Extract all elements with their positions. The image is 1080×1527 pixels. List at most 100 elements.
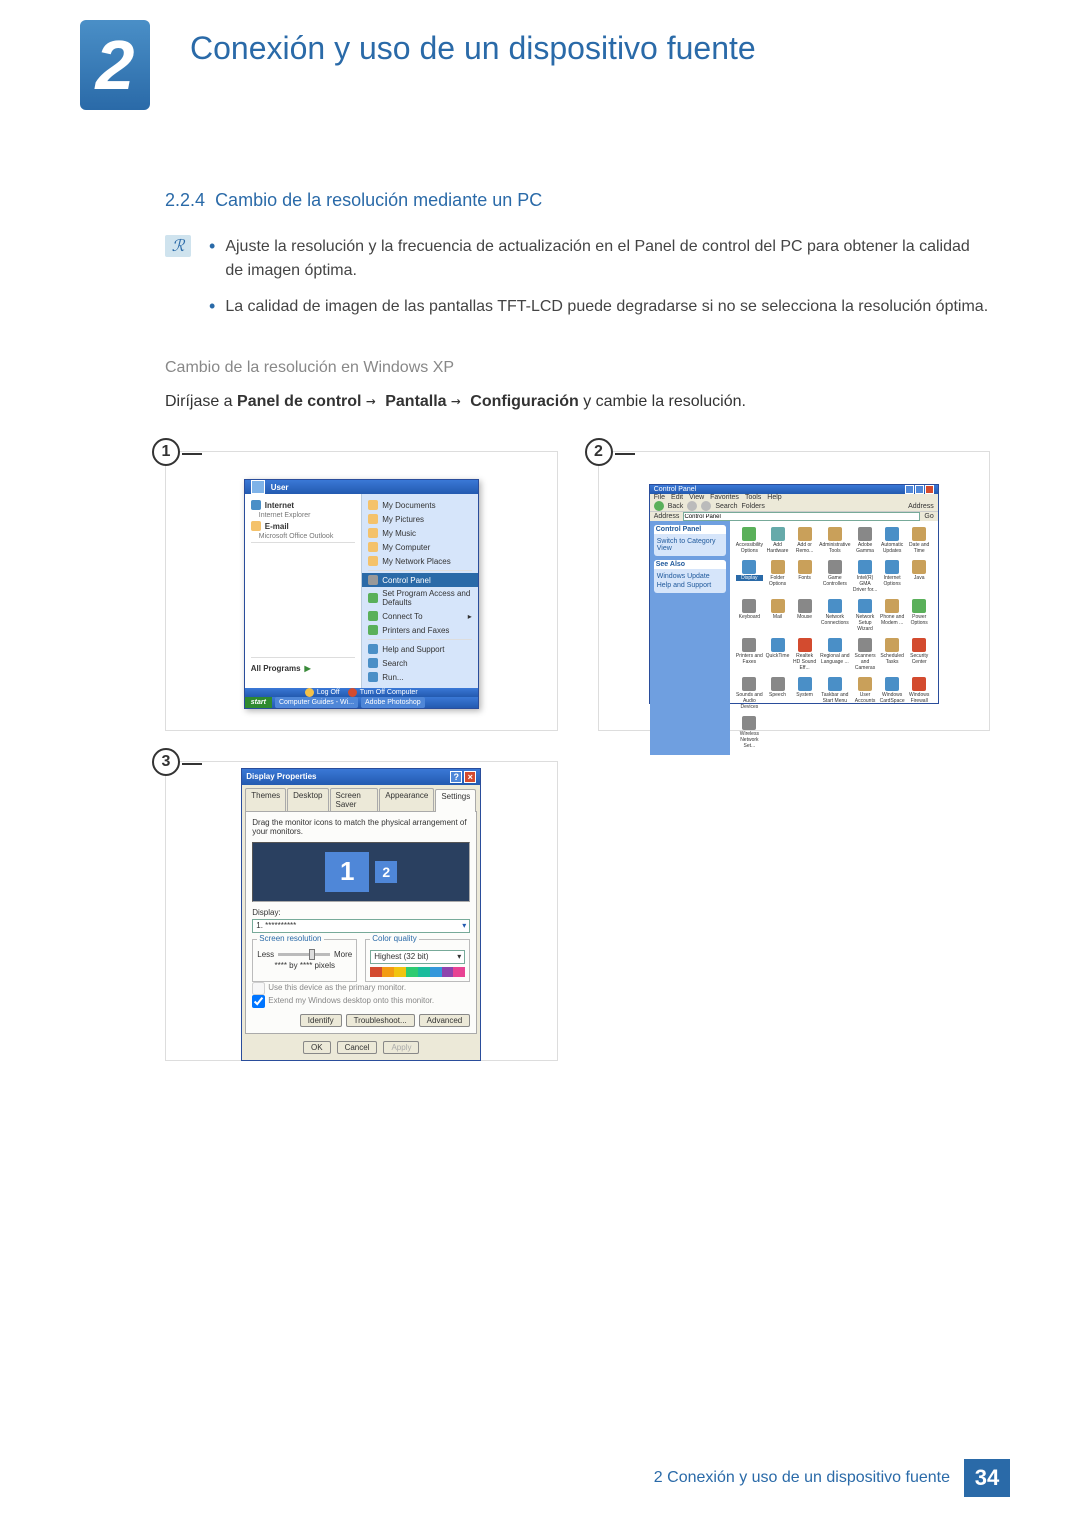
search-label[interactable]: Search (715, 503, 737, 510)
taskbar-item[interactable]: Adobe Photoshop (361, 697, 425, 708)
control-panel-item[interactable]: Game Controllers (819, 560, 850, 593)
control-panel-item[interactable]: Scanners and Cameras (853, 638, 878, 671)
switch-view-link[interactable]: Switch to Category View (657, 537, 723, 553)
address-input[interactable] (683, 512, 920, 521)
control-panel-item[interactable]: Realtek HD Sound Eff... (792, 638, 817, 671)
control-panel-item[interactable]: Fonts (792, 560, 817, 593)
menu-item[interactable]: Edit (671, 494, 683, 501)
control-panel-item[interactable]: Regional and Language ... (819, 638, 850, 671)
start-item[interactable]: Connect To▸ (362, 609, 478, 623)
control-panel-item[interactable]: Windows CardSpace (880, 677, 905, 710)
menu-item[interactable]: Tools (745, 494, 761, 501)
troubleshoot-button[interactable]: Troubleshoot... (346, 1014, 415, 1027)
start-item[interactable]: My Music (362, 526, 478, 540)
menu-item[interactable]: Help (767, 494, 781, 501)
menu-item[interactable]: File (654, 494, 665, 501)
start-item-internet[interactable]: Internet (245, 498, 362, 512)
control-panel-item[interactable]: Intel(R) GMA Driver for... (853, 560, 878, 593)
cancel-button[interactable]: Cancel (337, 1041, 378, 1054)
control-panel-item[interactable]: Accessibility Options (736, 527, 763, 554)
control-panel-item[interactable]: Internet Options (880, 560, 905, 593)
control-panel-item[interactable]: System (792, 677, 817, 710)
control-panel-item[interactable]: Windows Firewall (907, 677, 932, 710)
start-item[interactable]: Printers and Faxes (362, 623, 478, 637)
back-icon[interactable] (654, 501, 664, 511)
menu-item[interactable]: Favorites (710, 494, 739, 501)
start-item[interactable]: Control Panel (362, 573, 478, 587)
control-panel-item[interactable]: Java (907, 560, 932, 593)
start-item[interactable]: My Documents (362, 498, 478, 512)
start-item[interactable]: My Computer (362, 540, 478, 554)
control-panel-item[interactable]: Add or Remo... (792, 527, 817, 554)
control-panel-item[interactable]: Network Setup Wizard (853, 599, 878, 632)
start-item-email[interactable]: E-mail (245, 519, 362, 533)
identify-button[interactable]: Identify (300, 1014, 342, 1027)
control-panel-item[interactable]: Add Hardware (765, 527, 790, 554)
primary-monitor-checkbox[interactable]: Use this device as the primary monitor. (252, 983, 406, 992)
forward-icon[interactable] (687, 501, 697, 511)
advanced-button[interactable]: Advanced (419, 1014, 471, 1027)
start-item[interactable]: My Pictures (362, 512, 478, 526)
start-item[interactable]: Run... (362, 670, 478, 684)
control-panel-item[interactable]: Adobe Gamma (853, 527, 878, 554)
cp-item-icon (742, 560, 756, 574)
control-panel-item[interactable]: Administrative Tools (819, 527, 850, 554)
tab-appearance[interactable]: Appearance (379, 788, 434, 811)
monitor-1[interactable]: 1 (325, 852, 369, 892)
display-select[interactable]: 1. ********** ▾ (252, 919, 470, 933)
side-link[interactable]: Windows Update (657, 572, 723, 581)
side-link[interactable]: Help and Support (657, 581, 723, 590)
maximize-icon[interactable] (915, 485, 924, 494)
folders-label[interactable]: Folders (742, 503, 765, 510)
all-programs-item[interactable]: All Programs ▶ (245, 660, 362, 677)
start-item[interactable]: My Network Places (362, 554, 478, 568)
control-panel-item[interactable]: User Accounts (853, 677, 878, 710)
control-panel-item[interactable]: Security Center (907, 638, 932, 671)
control-panel-item[interactable]: Date and Time (907, 527, 932, 554)
control-panel-item[interactable]: Folder Options (765, 560, 790, 593)
resolution-slider[interactable]: Less More (257, 950, 352, 959)
go-button[interactable]: Go (924, 513, 933, 520)
tab-themes[interactable]: Themes (245, 788, 286, 811)
help-icon[interactable]: ? (450, 771, 462, 783)
start-item[interactable]: Search (362, 656, 478, 670)
up-icon[interactable] (701, 501, 711, 511)
control-panel-item[interactable]: QuickTime (765, 638, 790, 671)
checkbox-input[interactable] (252, 995, 265, 1008)
control-panel-item[interactable]: Speech (765, 677, 790, 710)
start-item[interactable]: Help and Support (362, 642, 478, 656)
control-panel-item[interactable]: Mouse (792, 599, 817, 632)
color-quality-select[interactable]: Highest (32 bit) ▾ (370, 950, 465, 964)
close-icon[interactable]: × (464, 771, 476, 783)
minimize-icon[interactable] (905, 485, 914, 494)
start-button[interactable]: start (245, 697, 272, 708)
tab-settings[interactable]: Settings (435, 789, 476, 812)
control-panel-item[interactable]: Wireless Network Set... (736, 716, 763, 749)
monitor-arrangement[interactable]: 1 2 (252, 842, 470, 902)
checkbox-label: Extend my Windows desktop onto this moni… (268, 996, 434, 1005)
control-panel-item[interactable]: Printers and Faxes (736, 638, 763, 671)
control-panel-item[interactable]: Taskbar and Start Menu (819, 677, 850, 710)
control-panel-item[interactable]: Keyboard (736, 599, 763, 632)
slider-thumb[interactable] (309, 949, 315, 960)
control-panel-item[interactable]: Display (736, 560, 763, 593)
cp-item-icon (771, 527, 785, 541)
logoff-button[interactable]: Log Off (305, 688, 340, 697)
monitor-2[interactable]: 2 (375, 861, 397, 883)
tab-screen-saver[interactable]: Screen Saver (330, 788, 379, 811)
control-panel-item[interactable]: Automatic Updates (880, 527, 905, 554)
shutdown-button[interactable]: Turn Off Computer (348, 688, 418, 697)
menu-item[interactable]: View (689, 494, 704, 501)
start-item[interactable]: Set Program Access and Defaults (362, 587, 478, 609)
control-panel-item[interactable]: Sounds and Audio Devices (736, 677, 763, 710)
control-panel-item[interactable]: Phone and Modem ... (880, 599, 905, 632)
control-panel-item[interactable]: Network Connections (819, 599, 850, 632)
taskbar-item[interactable]: Computer Guides - Wi... (275, 697, 358, 708)
control-panel-item[interactable]: Mail (765, 599, 790, 632)
ok-button[interactable]: OK (303, 1041, 331, 1054)
control-panel-item[interactable]: Scheduled Tasks (880, 638, 905, 671)
extend-desktop-checkbox[interactable]: Extend my Windows desktop onto this moni… (252, 996, 434, 1005)
close-icon[interactable] (925, 485, 934, 494)
tab-desktop[interactable]: Desktop (287, 788, 328, 811)
control-panel-item[interactable]: Power Options (907, 599, 932, 632)
